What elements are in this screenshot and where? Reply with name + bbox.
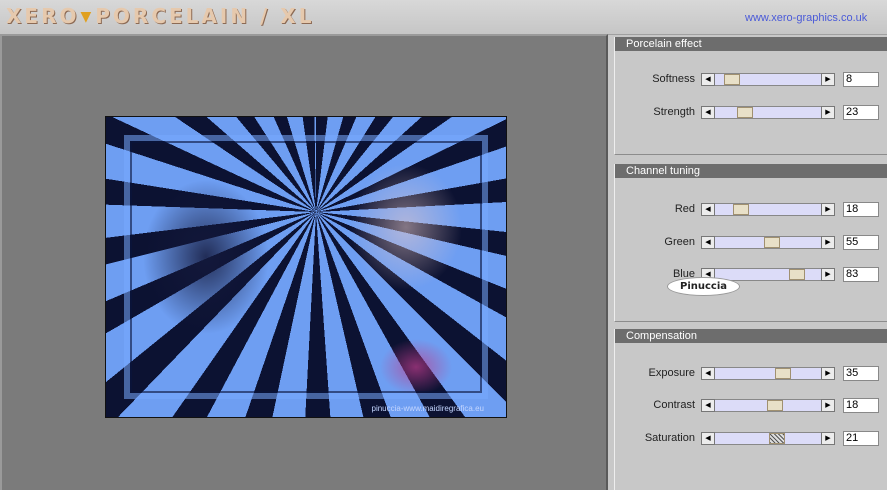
- softness-slider[interactable]: ◀ ▶: [701, 73, 835, 86]
- logo-triangle-icon: ▼: [80, 9, 95, 25]
- green-label: Green: [664, 236, 695, 248]
- image-frame-border: [124, 135, 488, 399]
- arrow-right-icon[interactable]: ▶: [821, 268, 835, 281]
- exposure-value-field[interactable]: 35: [843, 366, 879, 381]
- red-value-field[interactable]: 18: [843, 202, 879, 217]
- exposure-slider[interactable]: ◀ ▶: [701, 367, 835, 380]
- contrast-value-field[interactable]: 18: [843, 398, 879, 413]
- panel-title: Porcelain effect: [615, 37, 887, 51]
- slider-thumb[interactable]: [737, 107, 753, 118]
- control-contrast: Contrast ◀ ▶ 18: [615, 398, 887, 414]
- website-link[interactable]: www.xero-graphics.co.uk: [745, 12, 867, 24]
- saturation-slider[interactable]: ◀ ▶: [701, 432, 835, 445]
- arrow-right-icon[interactable]: ▶: [821, 73, 835, 86]
- control-saturation: Saturation ◀ ▶ 21: [615, 431, 887, 447]
- control-red: Red ◀ ▶ 18: [615, 202, 887, 218]
- arrow-right-icon[interactable]: ▶: [821, 106, 835, 119]
- strength-value-field[interactable]: 23: [843, 105, 879, 120]
- arrow-right-icon[interactable]: ▶: [821, 432, 835, 445]
- panel-title: Channel tuning: [615, 164, 887, 178]
- contrast-label: Contrast: [653, 399, 695, 411]
- slider-thumb[interactable]: [775, 368, 791, 379]
- control-exposure: Exposure ◀ ▶ 35: [615, 366, 887, 382]
- panel-title: Compensation: [615, 329, 887, 343]
- exposure-label: Exposure: [648, 367, 695, 379]
- panel-channel-tuning: Channel tuning Red ◀ ▶ 18 Green ◀ ▶ 55 B…: [614, 164, 887, 322]
- slider-thumb[interactable]: [764, 237, 780, 248]
- arrow-right-icon[interactable]: ▶: [821, 367, 835, 380]
- logo-text-xero: XERO: [6, 4, 80, 28]
- app-logo: XERO▼PORCELAIN / XL: [6, 4, 314, 28]
- strength-label: Strength: [653, 106, 695, 118]
- red-slider[interactable]: ◀ ▶: [701, 203, 835, 216]
- panel-compensation: Compensation Exposure ◀ ▶ 35 Contrast ◀ …: [614, 329, 887, 490]
- image-credit: pinuccia-www.maidiregrafica.eu: [371, 404, 485, 413]
- control-green: Green ◀ ▶ 55: [615, 235, 887, 251]
- control-strength: Strength ◀ ▶ 23: [615, 105, 887, 121]
- pinuccia-watermark: Pinuccia: [667, 277, 740, 296]
- arrow-left-icon[interactable]: ◀: [701, 399, 715, 412]
- green-slider[interactable]: ◀ ▶: [701, 236, 835, 249]
- slider-thumb[interactable]: [733, 204, 749, 215]
- softness-label: Softness: [652, 73, 695, 85]
- arrow-right-icon[interactable]: ▶: [821, 399, 835, 412]
- red-label: Red: [674, 203, 695, 215]
- arrow-left-icon[interactable]: ◀: [701, 432, 715, 445]
- arrow-left-icon[interactable]: ◀: [701, 106, 715, 119]
- slider-thumb[interactable]: [767, 400, 783, 411]
- arrow-left-icon[interactable]: ◀: [701, 367, 715, 380]
- arrow-left-icon[interactable]: ◀: [701, 203, 715, 216]
- logo-text-porcelain: PORCELAIN / XL: [95, 4, 315, 28]
- contrast-slider[interactable]: ◀ ▶: [701, 399, 835, 412]
- slider-thumb[interactable]: [769, 433, 785, 444]
- saturation-label: Saturation: [644, 432, 695, 444]
- header-bar: XERO▼PORCELAIN / XL www.xero-graphics.co…: [0, 0, 887, 35]
- blue-value-field[interactable]: 83: [843, 267, 879, 282]
- arrow-left-icon[interactable]: ◀: [701, 73, 715, 86]
- preview-image[interactable]: pinuccia-www.maidiregrafica.eu: [105, 116, 507, 418]
- control-blue: Blue ◀ ▶ 83: [615, 267, 887, 283]
- arrow-right-icon[interactable]: ▶: [821, 236, 835, 249]
- arrow-left-icon[interactable]: ◀: [701, 236, 715, 249]
- control-softness: Softness ◀ ▶ 8: [615, 72, 887, 88]
- slider-thumb[interactable]: [789, 269, 805, 280]
- slider-thumb[interactable]: [724, 74, 740, 85]
- preview-area: pinuccia-www.maidiregrafica.eu: [0, 34, 608, 490]
- arrow-right-icon[interactable]: ▶: [821, 203, 835, 216]
- softness-value-field[interactable]: 8: [843, 72, 879, 87]
- green-value-field[interactable]: 55: [843, 235, 879, 250]
- panel-porcelain-effect: Porcelain effect Softness ◀ ▶ 8 Strength…: [614, 37, 887, 155]
- strength-slider[interactable]: ◀ ▶: [701, 106, 835, 119]
- saturation-value-field[interactable]: 21: [843, 431, 879, 446]
